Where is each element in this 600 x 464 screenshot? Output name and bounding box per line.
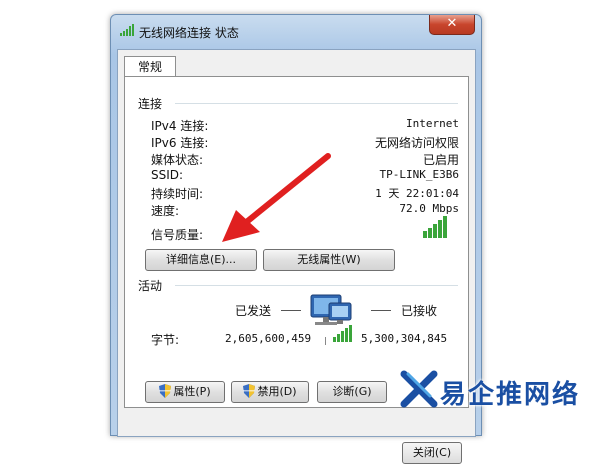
tab-general[interactable]: 常规 — [124, 56, 176, 77]
media-state-label: 媒体状态: — [151, 153, 204, 167]
properties-button-label: 属性(P) — [173, 385, 211, 398]
received-dash — [371, 310, 391, 311]
watermark-logo-icon — [400, 370, 438, 408]
disable-button[interactable]: 禁用(D) — [231, 381, 309, 403]
duration-label: 持续时间: — [151, 187, 204, 201]
window-title: 无线网络连接 状态 — [139, 26, 239, 40]
signal-quality-label: 信号质量: — [151, 228, 204, 242]
ipv6-value: 无网络访问权限 — [374, 136, 459, 150]
window-close-button[interactable]: ✕ — [429, 15, 475, 35]
ipv4-label: IPv4 连接: — [151, 119, 209, 133]
speed-value: 72.0 Mbps — [399, 202, 459, 215]
ssid-value: TP-LINK_E3B6 — [379, 168, 459, 181]
sent-label: 已发送 — [235, 304, 272, 318]
network-computer-icon — [310, 294, 352, 345]
speed-label: 速度: — [151, 204, 180, 218]
disable-button-label: 禁用(D) — [257, 385, 297, 398]
watermark: 易企推网络 — [400, 368, 600, 418]
info-row-ipv4: IPv4 连接: Internet — [151, 117, 459, 133]
details-button[interactable]: 详细信息(E)... — [145, 249, 257, 271]
signal-strength-icon — [423, 216, 447, 238]
wireless-properties-button[interactable]: 无线属性(W) — [263, 249, 395, 271]
uac-shield-icon — [243, 384, 256, 398]
ssid-label: SSID: — [151, 168, 184, 182]
annotation-arrow-icon — [222, 153, 331, 242]
watermark-text: 易企推网络 — [440, 380, 581, 410]
close-button[interactable]: 关闭(C) — [402, 442, 462, 464]
info-row-ipv6: IPv6 连接: 无网络访问权限 — [151, 134, 459, 150]
ipv6-label: IPv6 连接: — [151, 136, 209, 150]
bytes-label: 字节: — [151, 333, 180, 347]
bytes-received-value: 5,300,304,845 — [361, 332, 448, 345]
diagnose-button[interactable]: 诊断(G) — [317, 381, 387, 403]
bytes-sent-value: 2,605,600,459 — [225, 332, 312, 345]
uac-shield-icon — [159, 384, 172, 398]
activity-group-label: 活动 — [138, 279, 163, 293]
activity-divider — [175, 285, 458, 286]
title-bar[interactable]: 无线网络连接 状态 ✕ — [111, 15, 481, 43]
properties-button[interactable]: 属性(P) — [145, 381, 225, 403]
connection-divider — [175, 103, 458, 104]
wireless-signal-icon — [120, 24, 134, 36]
ipv4-value: Internet — [406, 117, 459, 130]
sent-dash — [281, 310, 301, 311]
connection-group-label: 连接 — [138, 97, 163, 111]
media-state-value: 已启用 — [422, 153, 459, 167]
duration-value: 1 天 22:01:04 — [375, 187, 459, 200]
received-label: 已接收 — [401, 304, 438, 318]
